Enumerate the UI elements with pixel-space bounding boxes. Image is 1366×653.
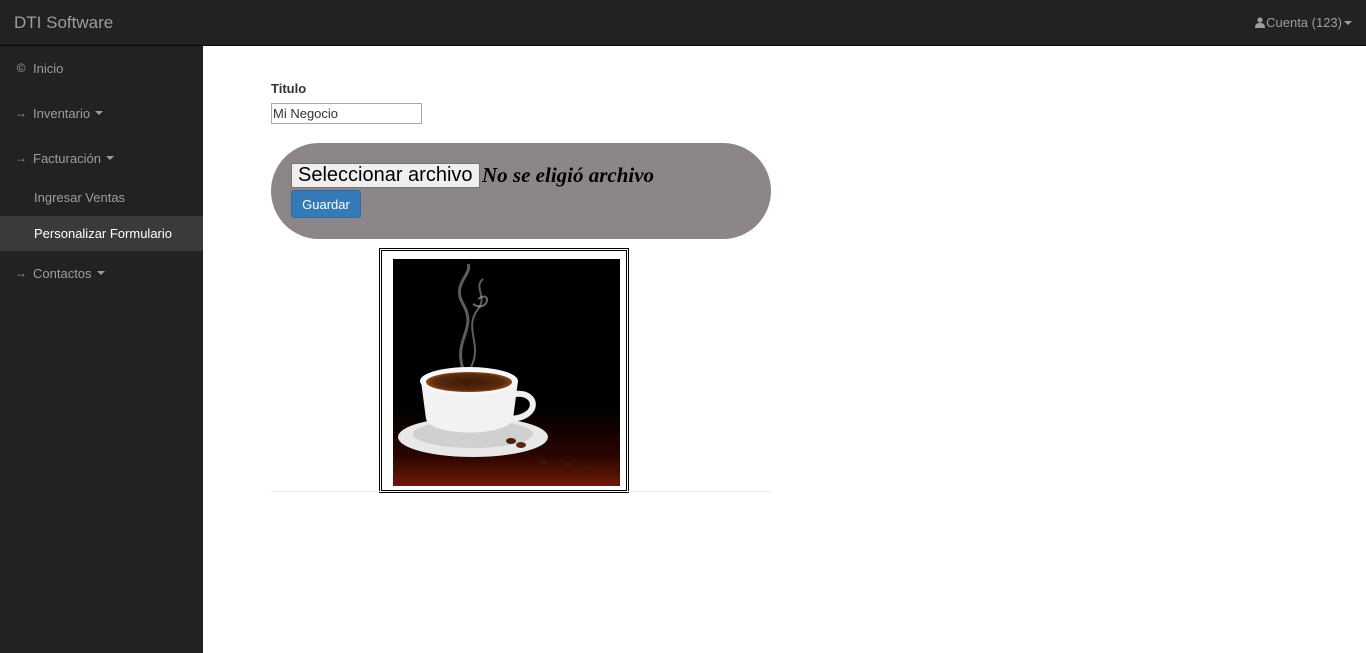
sidebar-item-inventario[interactable]: → Inventario [0,102,203,124]
brand-link[interactable]: DTI Software [14,13,113,33]
logo-preview-frame [379,248,629,493]
sidebar-subitem-label: Personalizar Formulario [34,226,172,241]
sidebar-subitem-ingresar-ventas[interactable]: Ingresar Ventas [0,180,203,215]
title-label: Titulo [271,81,307,96]
sidebar-subitem-personalizar-formulario[interactable]: Personalizar Formulario [0,216,203,251]
sidebar-item-facturacion[interactable]: → Facturación [0,147,203,169]
sidebar: © Inicio → Inventario → Facturación Ingr… [0,46,203,653]
caret-down-icon [96,271,105,275]
sidebar-item-contactos[interactable]: → Contactos [0,262,203,284]
sidebar-subitem-label: Ingresar Ventas [34,190,126,205]
sidebar-item-label: Inventario [33,105,91,121]
caret-down-icon [105,156,114,160]
file-status-text: No se eligió archivo [482,163,655,187]
arrow-right-icon: → [15,106,27,120]
top-navbar: DTI Software Cuenta (123) [0,0,1366,46]
sidebar-item-label: Facturación [33,150,101,166]
divider [271,491,771,492]
account-label: Cuenta (123) [1266,15,1342,30]
caret-down-icon [95,111,104,115]
sidebar-item-label: Inicio [33,60,64,76]
caret-down-icon [1344,20,1352,25]
title-input[interactable] [271,103,422,124]
sidebar-item-inicio[interactable]: © Inicio [0,57,203,79]
save-button[interactable]: Guardar [291,190,361,218]
copyright-icon: © [16,61,26,75]
arrow-right-icon: → [15,151,27,165]
choose-file-button[interactable]: Seleccionar archivo [291,163,480,188]
account-dropdown[interactable]: Cuenta (123) [1255,15,1352,30]
upload-panel: Seleccionar archivo No se eligió archivo… [271,143,771,239]
coffee-cup-image [393,259,620,486]
arrow-right-icon: → [15,266,27,280]
user-icon [1255,17,1266,28]
sidebar-item-label: Contactos [33,265,92,281]
